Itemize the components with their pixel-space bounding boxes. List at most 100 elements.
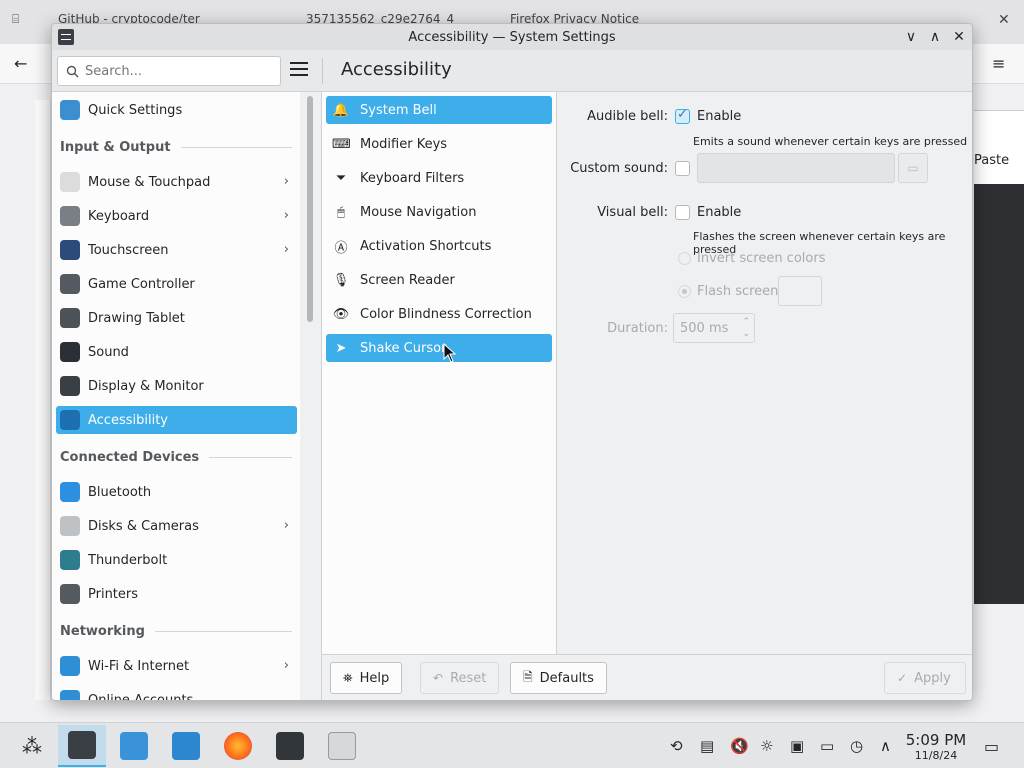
taskbar-ark[interactable]	[318, 725, 366, 767]
archive-icon	[328, 732, 356, 760]
browser-menu-icon[interactable]: ≡	[992, 54, 1005, 73]
tablet-icon	[60, 308, 80, 328]
visual-bell-checkbox[interactable]	[675, 205, 690, 220]
titlebar[interactable]: Accessibility — System Settings ∨ ∧ ✕	[52, 24, 972, 50]
mouse-cursor-icon	[443, 343, 457, 363]
sidebar-item-wi-fi-internet[interactable]: Wi-Fi & Internet ›	[56, 652, 297, 680]
monitor-icon	[60, 376, 80, 396]
tray-expand-icon[interactable]: ∧	[880, 737, 891, 755]
clock[interactable]: 5:09 PM 11/8/24	[902, 731, 970, 762]
module-item-keyboard-filters[interactable]: ⏷ Keyboard Filters	[326, 164, 552, 192]
touchscreen-icon	[60, 240, 80, 260]
clipboard-icon[interactable]: ▤	[700, 737, 714, 755]
sidebar-item-bluetooth[interactable]: Bluetooth	[56, 478, 297, 506]
cursor-icon: ➤	[335, 340, 347, 356]
browser-close-icon[interactable]: ✕	[998, 12, 1010, 40]
search-box[interactable]	[57, 56, 281, 86]
sidebar-item-touchscreen[interactable]: Touchscreen ›	[56, 236, 297, 264]
search-icon	[66, 65, 79, 77]
shortcut-icon: Ⓐ	[334, 240, 348, 256]
sidebar-item-thunderbolt[interactable]: Thunderbolt	[56, 546, 297, 574]
sidebar-item-online-accounts[interactable]: Online Accounts	[56, 686, 297, 701]
visual-bell-label: Visual bell:	[597, 205, 668, 220]
back-arrow-icon[interactable]: ←	[14, 54, 27, 73]
audible-bell-label: Audible bell:	[587, 109, 668, 124]
close-button[interactable]: ✕	[948, 26, 970, 48]
module-item-color-blindness-correction[interactable]: 👁 Color Blindness Correction	[326, 300, 552, 328]
app-launcher-icon[interactable]: ⁂	[22, 734, 42, 758]
apply-button[interactable]: ✓ Apply	[884, 662, 966, 694]
sidebar-item-label: Accessibility	[88, 412, 168, 428]
sidebar-item-label: Quick Settings	[88, 102, 183, 118]
chevron-right-icon: ›	[283, 208, 289, 223]
defaults-button-label: Defaults	[539, 670, 594, 686]
chevron-right-icon: ›	[283, 242, 289, 257]
settings-header: Accessibility	[52, 50, 972, 92]
mouse-icon: 🖱	[337, 204, 345, 220]
taskbar-konsole[interactable]	[266, 725, 314, 767]
module-item-label: Mouse Navigation	[360, 204, 477, 220]
terminal-icon	[276, 732, 304, 760]
sidebar-item-sound[interactable]: Sound	[56, 338, 297, 366]
display-icon[interactable]: ▭	[820, 737, 834, 755]
power-icon[interactable]: ◷	[850, 737, 863, 755]
defaults-button[interactable]: 🗎 Defaults	[510, 662, 607, 694]
keyboard-icon: ⌨	[332, 136, 351, 152]
module-item-mouse-navigation[interactable]: 🖱 Mouse Navigation	[326, 198, 552, 226]
hamburger-menu-icon[interactable]	[290, 62, 308, 80]
maximize-button[interactable]: ∧	[924, 26, 946, 48]
accessibility-icon	[60, 410, 80, 430]
module-item-label: Modifier Keys	[360, 136, 448, 152]
sidebar-scrollbar[interactable]	[307, 96, 313, 322]
invert-colors-label: Invert screen colors	[697, 251, 826, 266]
custom-sound-checkbox[interactable]	[675, 161, 690, 176]
module-item-system-bell[interactable]: 🔔 System Bell	[326, 96, 552, 124]
module-item-shake-cursor[interactable]: ➤ Shake Cursor	[326, 334, 552, 362]
visual-bell-enable-label[interactable]: Enable	[697, 205, 741, 220]
reset-button[interactable]: ↶ Reset	[420, 662, 500, 694]
sidebar-item-keyboard[interactable]: Keyboard ›	[56, 202, 297, 230]
taskbar-firefox[interactable]	[214, 725, 262, 767]
sidebar-item-printers[interactable]: Printers	[56, 580, 297, 608]
minimize-button[interactable]: ∨	[900, 26, 922, 48]
module-item-activation-shortcuts[interactable]: Ⓐ Activation Shortcuts	[326, 232, 552, 260]
sidebar-item-label: Drawing Tablet	[88, 310, 185, 326]
taskbar-system-settings[interactable]	[58, 725, 106, 767]
checkmark-icon: ✓	[897, 671, 908, 685]
sidebar-item-disks-cameras[interactable]: Disks & Cameras ›	[56, 512, 297, 540]
sidebar-item-drawing-tablet[interactable]: Drawing Tablet	[56, 304, 297, 332]
paste-label[interactable]: Paste	[974, 153, 1009, 168]
duration-value: 500 ms	[680, 320, 729, 336]
help-button[interactable]: ⛯ Help	[330, 662, 403, 694]
duration-spinbox: 500 ms ⌃ ⌄	[673, 313, 755, 343]
kdeconnect-icon[interactable]: ⟲	[670, 737, 683, 755]
taskbar-dolphin[interactable]	[162, 725, 210, 767]
flash-screen-label: Flash screen	[697, 284, 779, 299]
brightness-icon[interactable]: ☼	[760, 737, 773, 755]
chevron-right-icon: ›	[283, 658, 289, 673]
sidebar-item-label: Online Accounts	[88, 692, 194, 701]
audible-bell-checkbox[interactable]	[675, 107, 690, 124]
custom-sound-label: Custom sound:	[570, 161, 668, 176]
gamepad-icon	[60, 274, 80, 294]
sidebar-item-display-monitor[interactable]: Display & Monitor	[56, 372, 297, 400]
sidebar-item-mouse-touchpad[interactable]: Mouse & Touchpad ›	[56, 168, 297, 196]
custom-sound-field	[697, 153, 895, 183]
system-bell-panel: Audible bell: Enable Emits a sound whene…	[558, 92, 972, 654]
search-input[interactable]	[85, 63, 265, 79]
taskbar-discover[interactable]	[110, 725, 158, 767]
volume-muted-icon[interactable]: 🔇	[730, 737, 749, 755]
footer-bar: ⛯ Help ↶ Reset 🗎 Defaults ✓ Apply	[322, 654, 972, 700]
tab-list-icon[interactable]: ⌸	[12, 12, 19, 40]
module-item-modifier-keys[interactable]: ⌨ Modifier Keys	[326, 130, 552, 158]
sidebar-item-accessibility[interactable]: Accessibility	[56, 406, 297, 434]
audible-bell-enable-label[interactable]: Enable	[697, 109, 741, 124]
sidebar-item-quick-settings[interactable]: Quick Settings	[56, 96, 297, 124]
sidebar-item-game-controller[interactable]: Game Controller	[56, 270, 297, 298]
show-desktop-icon[interactable]: ▭	[984, 737, 999, 756]
storage-icon[interactable]: ▣	[790, 737, 804, 755]
bluetooth-icon	[60, 482, 80, 502]
window-title: Accessibility — System Settings	[408, 29, 616, 45]
globe-icon	[60, 656, 80, 676]
module-item-screen-reader[interactable]: 🎙 Screen Reader	[326, 266, 552, 294]
